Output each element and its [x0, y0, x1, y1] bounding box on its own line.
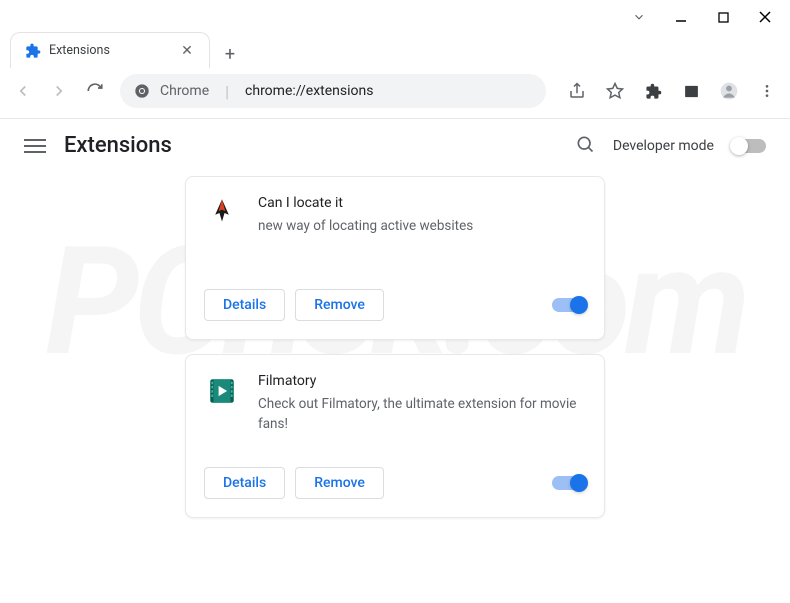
extension-description: new way of locating active websites: [258, 217, 473, 237]
extension-description: Check out Filmatory, the ultimate extens…: [258, 395, 586, 434]
developer-mode-toggle[interactable]: [732, 139, 766, 153]
extension-enable-toggle[interactable]: [552, 476, 586, 490]
puzzle-icon: [25, 43, 41, 59]
url-path: chrome://extensions: [245, 83, 373, 99]
extension-enable-toggle[interactable]: [552, 298, 586, 312]
extension-card: Can I locate it new way of locating acti…: [185, 176, 605, 340]
back-button[interactable]: [12, 80, 34, 102]
forward-button[interactable]: [48, 80, 70, 102]
browser-toolbar: Chrome | chrome://extensions: [0, 68, 790, 119]
remove-button[interactable]: Remove: [295, 467, 384, 499]
extension-name: Filmatory: [258, 373, 586, 389]
tabstrip: Extensions ✕ +: [0, 30, 790, 68]
developer-mode-label: Developer mode: [613, 138, 714, 154]
new-tab-button[interactable]: +: [216, 40, 244, 68]
sidepanel-icon[interactable]: [680, 80, 702, 102]
page-header: Extensions Developer mode: [0, 119, 790, 176]
search-icon[interactable]: [575, 134, 595, 158]
address-bar[interactable]: Chrome | chrome://extensions: [120, 74, 546, 108]
profile-icon[interactable]: [718, 80, 740, 102]
share-icon[interactable]: [566, 80, 588, 102]
reload-button[interactable]: [84, 80, 106, 102]
chevron-down-icon[interactable]: [632, 10, 646, 24]
extension-icon-bird: [204, 195, 240, 231]
browser-tab[interactable]: Extensions ✕: [10, 32, 210, 68]
window-controls: [0, 0, 790, 30]
menu-dots-icon[interactable]: [756, 80, 778, 102]
extension-icon-film: [204, 373, 240, 409]
remove-button[interactable]: Remove: [295, 289, 384, 321]
tab-title: Extensions: [49, 43, 171, 58]
extension-name: Can I locate it: [258, 195, 473, 211]
close-icon[interactable]: [758, 10, 772, 24]
details-button[interactable]: Details: [204, 289, 285, 321]
minimize-icon[interactable]: [674, 10, 688, 24]
details-button[interactable]: Details: [204, 467, 285, 499]
chrome-logo-icon: [134, 83, 150, 99]
hamburger-menu-icon[interactable]: [24, 139, 46, 153]
extension-card: Filmatory Check out Filmatory, the ultim…: [185, 354, 605, 518]
bookmark-star-icon[interactable]: [604, 80, 626, 102]
extensions-puzzle-icon[interactable]: [642, 80, 664, 102]
maximize-icon[interactable]: [716, 10, 730, 24]
page-title: Extensions: [64, 133, 172, 158]
tab-close-icon[interactable]: ✕: [179, 43, 195, 59]
extensions-list: Can I locate it new way of locating acti…: [0, 176, 790, 518]
url-scheme: Chrome: [160, 83, 209, 99]
